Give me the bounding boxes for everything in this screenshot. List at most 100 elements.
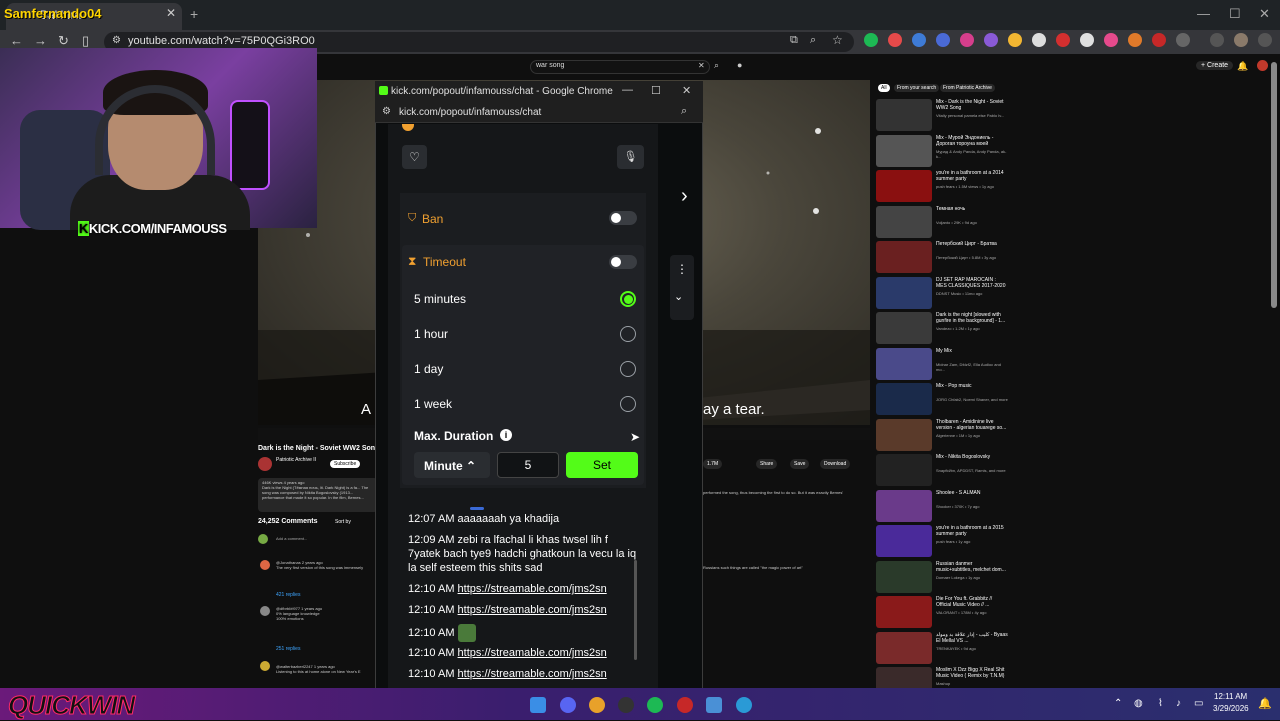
- site-info-icon[interactable]: ⚙: [112, 35, 121, 46]
- heart-button[interactable]: ♡: [402, 145, 427, 169]
- recommendation-title[interactable]: Shoolee - S ALMAN: [936, 490, 1008, 496]
- set-button[interactable]: Set: [566, 452, 638, 478]
- notifications-icon[interactable]: 🔔: [1237, 61, 1248, 72]
- new-tab-icon[interactable]: +: [190, 6, 198, 22]
- recommendation-title[interactable]: Mix - Dark is the Night - Soviet WW2 Son…: [936, 99, 1008, 111]
- extension-icon[interactable]: [1104, 33, 1118, 47]
- like-button[interactable]: 1.7M: [703, 459, 723, 469]
- sort-by-button[interactable]: Sort by: [335, 519, 351, 525]
- recommendation-item[interactable]: Mix - Nikita Bogoslovsky Snapfid/bn, APDD…: [876, 454, 1016, 488]
- recommendation-title[interactable]: Moslim X Dzz Bigg X Real Shit Music Vide…: [936, 667, 1008, 679]
- extension-icon[interactable]: [1080, 33, 1094, 47]
- profile-avatar[interactable]: [1234, 33, 1248, 47]
- clear-search-icon[interactable]: ✕: [698, 61, 705, 70]
- chat-link[interactable]: https://streamable.com/jms2sn: [458, 583, 607, 595]
- reload-icon[interactable]: ↻: [58, 33, 69, 49]
- add-comment-input[interactable]: Add a comment...: [276, 536, 307, 541]
- search-icon[interactable]: ⌕: [714, 60, 719, 71]
- extension-icon[interactable]: [936, 33, 950, 47]
- recommendation-title[interactable]: Mix - Мурой Эндониель - Дорогая тороуна …: [936, 135, 1008, 147]
- chat-link[interactable]: https://streamable.com/jms2sn: [458, 668, 607, 680]
- option-5-minutes[interactable]: 5 minutes: [414, 292, 466, 306]
- recommendation-title[interactable]: you're in a bathroom at a 2015 summer pa…: [936, 525, 1008, 537]
- recommendation-item[interactable]: My Mix Midnar Zam, Dfdzf2, Ella Audioc an…: [876, 347, 1016, 382]
- radio-5-minutes[interactable]: [620, 291, 636, 307]
- discord-icon[interactable]: [560, 697, 576, 713]
- maximize-icon[interactable]: ☐: [1229, 6, 1241, 22]
- radio-1-day[interactable]: [620, 361, 636, 377]
- option-1-week[interactable]: 1 week: [414, 397, 452, 411]
- recommendation-item[interactable]: Темная ночь Voljanto • 29K • 9d ago: [876, 205, 1016, 240]
- radio-1-week[interactable]: [620, 396, 636, 412]
- extension-icon[interactable]: [1152, 33, 1166, 47]
- recommendation-item[interactable]: Die For You ft. Grabbitz // Official Mus…: [876, 596, 1016, 630]
- popout-zoom-icon[interactable]: ⌕: [681, 105, 687, 118]
- menu-icon[interactable]: [1210, 33, 1224, 47]
- recommendation-thumbnail[interactable]: [876, 525, 932, 557]
- recommendation-item[interactable]: Dark is the night [slowed with gunfire i…: [876, 312, 1016, 346]
- zoom-icon[interactable]: ⌕: [810, 34, 816, 47]
- recommendation-item[interactable]: Russian danmer music+subtitles, melchet …: [876, 560, 1016, 595]
- popout-close-icon[interactable]: ✕: [682, 84, 691, 97]
- timeout-toggle[interactable]: [609, 255, 637, 269]
- recommendation-title[interactable]: Die For You ft. Grabbitz // Official Mus…: [936, 596, 1008, 608]
- clock-date[interactable]: 3/29/2026: [1213, 704, 1249, 713]
- share-button[interactable]: Share: [756, 459, 778, 469]
- extension-icon[interactable]: [960, 33, 974, 47]
- popout-maximize-icon[interactable]: ☐: [651, 84, 661, 97]
- recommendation-title[interactable]: كليب - إدار علاقة بد ومولد - Byaas El Me…: [936, 632, 1008, 644]
- forward-icon[interactable]: →: [34, 33, 47, 48]
- recommendation-thumbnail[interactable]: [876, 418, 932, 451]
- site-settings-icon[interactable]: ⚙: [382, 106, 391, 117]
- recommendation-title[interactable]: Tholbaren - Amidinine live version - alg…: [936, 419, 1008, 431]
- recommendation-thumbnail[interactable]: [876, 276, 932, 309]
- recommendation-thumbnail[interactable]: [876, 347, 932, 380]
- tab-close-icon[interactable]: ✕: [166, 6, 176, 20]
- option-1-day[interactable]: 1 day: [414, 362, 443, 376]
- recommendation-thumbnail[interactable]: [876, 134, 932, 167]
- recommendation-thumbnail[interactable]: [876, 383, 932, 415]
- page-scrollbar[interactable]: [1271, 62, 1277, 308]
- kebab-icon[interactable]: ⋮: [676, 262, 688, 276]
- spotify-icon[interactable]: [647, 697, 663, 713]
- chip-from-channel[interactable]: From Patriotic Archive: [940, 84, 995, 92]
- recommendation-title[interactable]: My Mix: [936, 348, 1008, 354]
- obs-icon[interactable]: [618, 697, 634, 713]
- chat-link[interactable]: https://streamable.com/jms2sn: [458, 647, 607, 659]
- telegram-icon[interactable]: [736, 697, 752, 713]
- app-icon[interactable]: [706, 697, 722, 713]
- extension-icon[interactable]: [1056, 33, 1070, 47]
- download-button[interactable]: Download: [820, 459, 851, 469]
- clock-time[interactable]: 12:11 AM: [1214, 692, 1247, 701]
- chat-scrollbar[interactable]: [634, 560, 637, 660]
- chevron-right-icon[interactable]: ›: [681, 185, 688, 208]
- extension-icon[interactable]: [912, 33, 926, 47]
- windows-start-icon[interactable]: [530, 697, 546, 713]
- channel-name[interactable]: Patriotic Archive II: [276, 457, 316, 463]
- replies-toggle[interactable]: 421 replies: [276, 592, 300, 598]
- recommendation-item[interactable]: DJ SET RAP MAROCAIN : MES CLASSIQUES 201…: [876, 276, 1016, 311]
- recommendation-title[interactable]: Russian danmer music+subtitles, melchet …: [936, 561, 1008, 573]
- recommendation-item[interactable]: Shoolee - S ALMAN Shooker • 370K • 7y ago: [876, 489, 1016, 524]
- recommendation-title[interactable]: Dark is the night [slowed with gunfire i…: [936, 312, 1008, 324]
- recommendation-thumbnail[interactable]: [876, 312, 932, 344]
- recommendation-item[interactable]: Mix - Pop music JORG Chfab2, Noemi Shaner…: [876, 383, 1016, 417]
- extension-icon[interactable]: [1008, 33, 1022, 47]
- create-button[interactable]: + Create: [1196, 61, 1234, 70]
- recommendation-thumbnail[interactable]: [876, 560, 932, 593]
- duration-input[interactable]: 5: [497, 452, 559, 478]
- notification-bell-icon[interactable]: 🔔: [1258, 697, 1272, 710]
- extension-icon[interactable]: [984, 33, 998, 47]
- sidepanel-icon[interactable]: ▯: [82, 33, 89, 49]
- recommendation-thumbnail[interactable]: [876, 489, 932, 522]
- recommendation-item[interactable]: Tholbaren - Amidinine live version - alg…: [876, 418, 1016, 453]
- radio-1-hour[interactable]: [620, 326, 636, 342]
- recommendation-title[interactable]: you're in a bathroom at a 2014 summer pa…: [936, 170, 1008, 182]
- recommendation-title[interactable]: Петербский Цирт - Братва: [936, 241, 1008, 247]
- subscribe-button[interactable]: Subscribe: [330, 460, 361, 468]
- more-icon[interactable]: [1258, 33, 1272, 47]
- ban-toggle[interactable]: [609, 211, 637, 225]
- recommendation-thumbnail[interactable]: [876, 205, 932, 238]
- recommendation-item[interactable]: Mix - Dark is the Night - Soviet WW2 Son…: [876, 99, 1016, 133]
- back-icon[interactable]: ←: [10, 33, 23, 48]
